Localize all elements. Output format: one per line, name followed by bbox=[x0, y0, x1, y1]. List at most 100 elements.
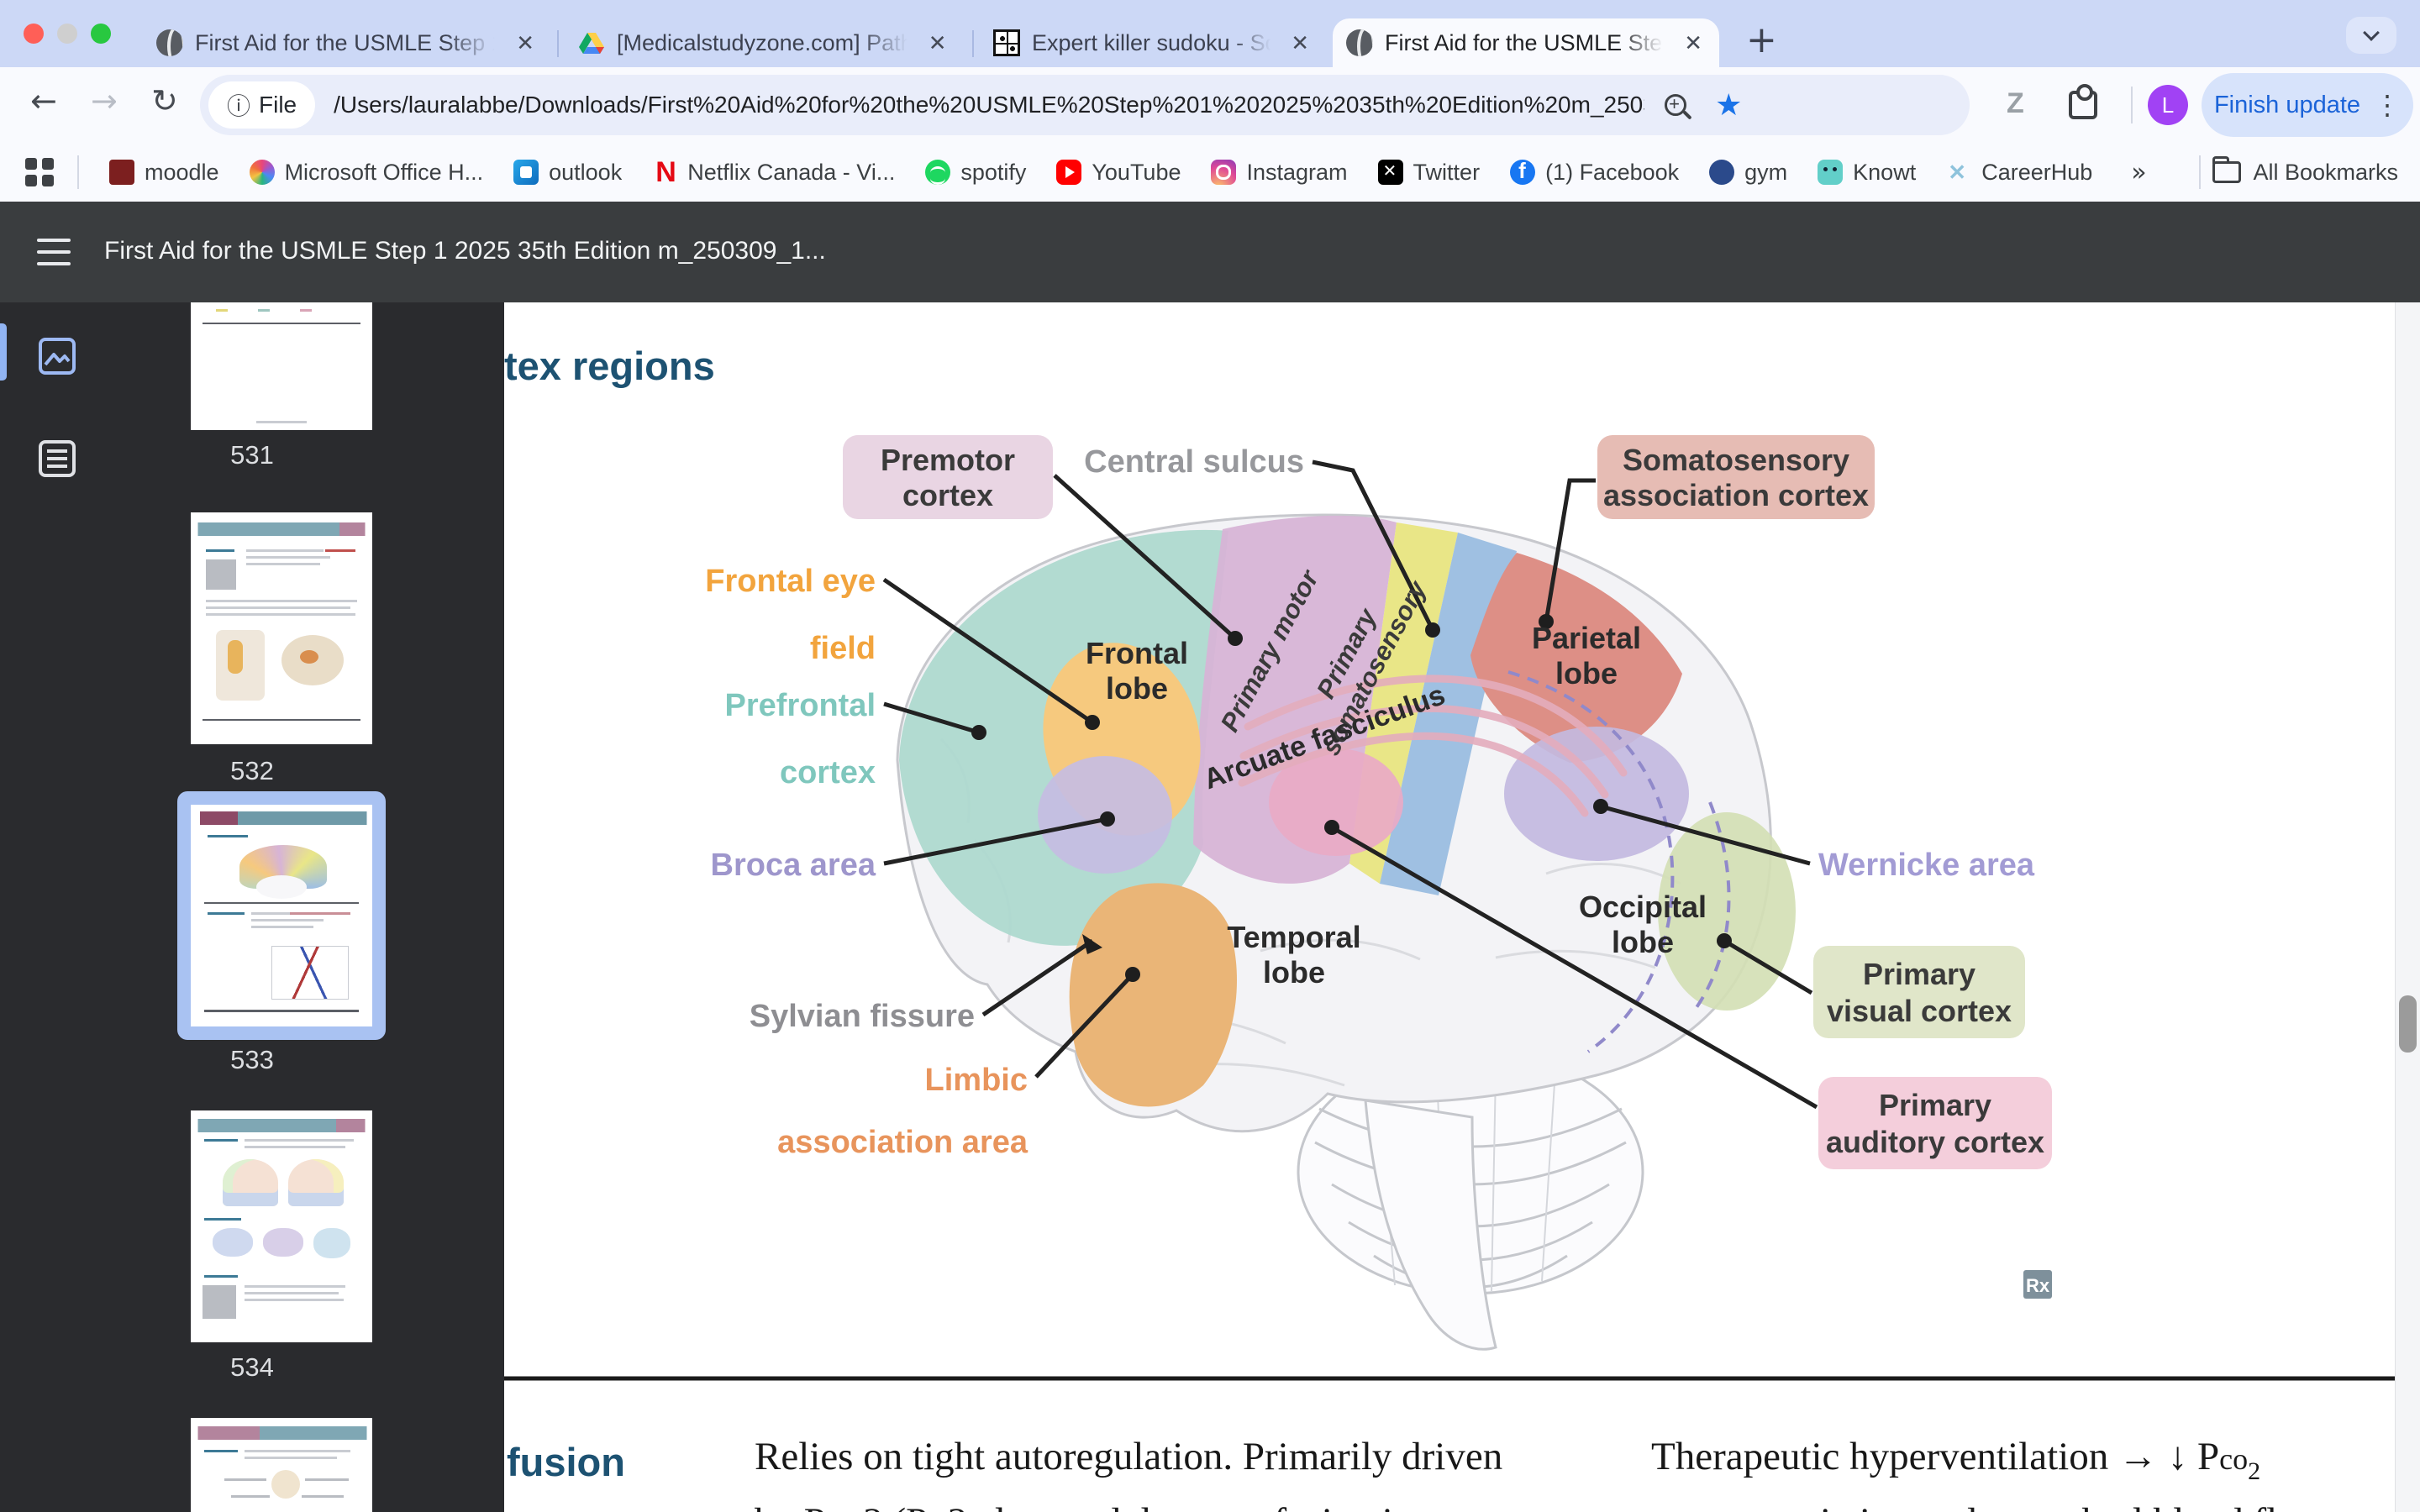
pdf-globe-icon bbox=[156, 29, 183, 56]
close-icon[interactable]: ✕ bbox=[1681, 29, 1706, 57]
bookmark-star-icon[interactable]: ★ bbox=[1715, 87, 1742, 123]
thumbnail-label: 532 bbox=[0, 756, 504, 786]
central-sulcus-label: Central sulcus bbox=[1084, 444, 1304, 480]
body-text-line-clipped: by Pco2 (Po2 also modulates perfusion in bbox=[755, 1499, 1413, 1512]
apps-grid-icon[interactable] bbox=[25, 158, 54, 186]
svg-text:visual cortex: visual cortex bbox=[1827, 994, 2012, 1028]
tab-medicalstudyzone[interactable]: [Medicalstudyzone.com] Path ✕ bbox=[565, 18, 966, 67]
knowt-icon bbox=[1818, 160, 1843, 185]
file-scheme-chip[interactable]: ⓘ File bbox=[208, 81, 315, 129]
profile-avatar[interactable]: L bbox=[2148, 85, 2188, 125]
office-icon bbox=[250, 160, 275, 185]
thumbnail-page-532[interactable] bbox=[191, 512, 372, 744]
tab-killer-sudoku[interactable]: Expert killer sudoku - Solve fr ✕ bbox=[980, 18, 1326, 67]
thumbnail-page-535[interactable] bbox=[191, 1418, 372, 1512]
tab-first-aid-1[interactable]: First Aid for the USMLE Step 1 ✕ bbox=[143, 18, 551, 67]
spotify-icon bbox=[925, 160, 950, 185]
bookmark-facebook[interactable]: (1) Facebook bbox=[1510, 160, 1679, 186]
toolbar-divider bbox=[2131, 87, 2133, 123]
occipital-lobe-label: Occipital bbox=[1579, 890, 1707, 924]
url-text[interactable]: /Users/lauralabbe/Downloads/First%20Aid%… bbox=[334, 92, 1644, 118]
sudoku-grid-icon bbox=[993, 29, 1020, 56]
extensions-puzzle-icon[interactable] bbox=[2069, 91, 2097, 119]
bookmark-office[interactable]: Microsoft Office H... bbox=[250, 160, 484, 186]
tab-first-aid-active[interactable]: First Aid for the USMLE Step 1 ✕ bbox=[1333, 18, 1719, 67]
bookmark-outlook[interactable]: outlook bbox=[513, 160, 622, 186]
new-tab-button[interactable]: + bbox=[1746, 24, 1777, 57]
svg-text:lobe: lobe bbox=[1612, 925, 1674, 959]
close-icon[interactable]: ✕ bbox=[1287, 29, 1313, 57]
broca-label: Broca area bbox=[711, 848, 876, 883]
facebook-icon bbox=[1510, 160, 1535, 185]
pdf-toolbar: First Aid for the USMLE Step 1 2025 35th… bbox=[0, 202, 2420, 302]
thumbnail-page-531[interactable] bbox=[191, 302, 372, 430]
body-text-line: Relies on tight autoregulation. Primaril… bbox=[755, 1434, 1502, 1479]
bookmark-moodle[interactable]: moodle bbox=[109, 160, 219, 186]
tab-label: First Aid for the USMLE Step 1 bbox=[1385, 30, 1669, 56]
tab-divider bbox=[972, 30, 974, 57]
bookmark-twitter[interactable]: Twitter bbox=[1378, 160, 1481, 186]
temporal-lobe-label: Temporal bbox=[1227, 920, 1360, 954]
svg-text:field: field bbox=[810, 631, 876, 666]
parietal-lobe-label: Parietal bbox=[1532, 621, 1641, 655]
reload-button[interactable]: ↻ bbox=[151, 82, 178, 119]
minimize-window-button[interactable] bbox=[57, 24, 77, 44]
frontal-eye-field-label: Frontal eye bbox=[705, 564, 876, 599]
bookmarks-overflow-button[interactable]: » bbox=[2131, 158, 2146, 187]
scrollbar-thumb[interactable] bbox=[2399, 995, 2417, 1053]
wernicke-label: Wernicke area bbox=[1818, 848, 2035, 883]
svg-text:lobe: lobe bbox=[1106, 671, 1168, 706]
back-button[interactable]: ← bbox=[30, 82, 57, 119]
thumbnail-page-533[interactable] bbox=[191, 805, 372, 1026]
browser-window: First Aid for the USMLE Step 1 ✕ [Medica… bbox=[0, 0, 2420, 1512]
cortex-regions-figure: tex regions bbox=[504, 302, 2395, 1390]
thumbnail-page-534[interactable] bbox=[191, 1110, 372, 1342]
zoom-window-button[interactable] bbox=[91, 24, 111, 44]
close-icon[interactable]: ✕ bbox=[925, 29, 950, 57]
bookmark-spotify[interactable]: spotify bbox=[925, 160, 1026, 186]
pdf-menu-button[interactable] bbox=[37, 239, 71, 265]
tab-label: First Aid for the USMLE Step 1 bbox=[195, 30, 501, 56]
bookmark-netflix[interactable]: Netflix Canada - Vi... bbox=[652, 160, 895, 186]
browser-toolbar: ← → ↻ ⓘ File /Users/lauralabbe/Downloads… bbox=[0, 67, 2420, 143]
svg-text:association area: association area bbox=[777, 1125, 1028, 1160]
body-text-line: Therapeutic hyperventilation → ↓ Pco2 bbox=[1651, 1434, 2260, 1486]
zoom-page-icon[interactable] bbox=[1665, 94, 1686, 116]
frontal-lobe-label: Frontal bbox=[1086, 636, 1188, 670]
thumbnail-label: 534 bbox=[0, 1352, 504, 1383]
sylvian-label: Sylvian fissure bbox=[750, 999, 975, 1034]
svg-text:cortex: cortex bbox=[780, 755, 876, 790]
all-bookmarks-button[interactable]: All Bookmarks bbox=[2199, 155, 2398, 189]
z-extension-icon[interactable]: Z bbox=[2007, 87, 2024, 120]
netflix-icon bbox=[652, 160, 677, 185]
scrollbar-track[interactable] bbox=[2395, 302, 2420, 1512]
pdf-title: First Aid for the USMLE Step 1 2025 35th… bbox=[104, 237, 826, 265]
svg-text:cortex: cortex bbox=[902, 478, 993, 512]
next-section-text: fusion Relies on tight autoregulation. P… bbox=[504, 1390, 2395, 1512]
svg-text:lobe: lobe bbox=[1263, 955, 1325, 990]
browser-menu-icon[interactable]: ⋮ bbox=[2374, 89, 2401, 121]
close-window-button[interactable] bbox=[24, 24, 44, 44]
tab-strip: First Aid for the USMLE Step 1 ✕ [Medica… bbox=[0, 0, 2420, 67]
bookmark-gym[interactable]: gym bbox=[1709, 160, 1787, 186]
tab-search-button[interactable] bbox=[2346, 17, 2396, 54]
thumbnail-label: 531 bbox=[0, 440, 504, 470]
close-icon[interactable]: ✕ bbox=[513, 29, 538, 57]
finish-update-label: Finish update bbox=[2214, 92, 2360, 119]
bookmark-youtube[interactable]: YouTube bbox=[1056, 160, 1181, 186]
finish-update-button[interactable]: Finish update ⋮ bbox=[2202, 73, 2413, 137]
address-bar[interactable]: ⓘ File /Users/lauralabbe/Downloads/First… bbox=[200, 75, 1970, 135]
svg-text:Rx: Rx bbox=[2026, 1275, 2050, 1296]
section-heading-partial: fusion bbox=[507, 1439, 625, 1485]
instagram-icon bbox=[1211, 160, 1236, 185]
forward-button[interactable]: → bbox=[91, 82, 118, 119]
bookmark-instagram[interactable]: Instagram bbox=[1211, 160, 1347, 186]
bookmarks-divider bbox=[77, 155, 79, 189]
wernicke-region bbox=[1504, 727, 1689, 861]
thumbnail-view-button[interactable] bbox=[37, 336, 77, 376]
tab-label: [Medicalstudyzone.com] Path bbox=[617, 30, 913, 56]
bookmark-careerhub[interactable]: CareerHub bbox=[1946, 160, 2092, 186]
prefrontal-label: Prefrontal bbox=[725, 688, 876, 723]
moodle-icon bbox=[109, 160, 134, 185]
bookmark-knowt[interactable]: Knowt bbox=[1818, 160, 1916, 186]
